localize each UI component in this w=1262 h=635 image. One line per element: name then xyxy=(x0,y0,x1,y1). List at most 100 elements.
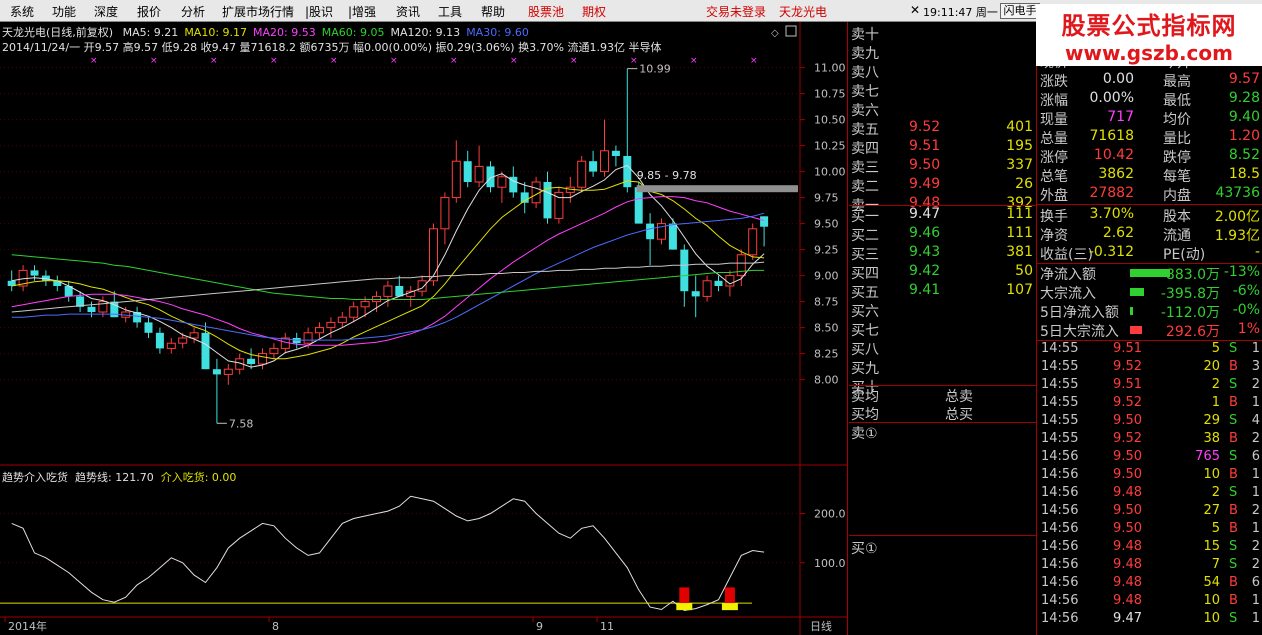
candle-body xyxy=(691,291,700,297)
flash-trade-button[interactable]: 闪电手 xyxy=(1000,3,1040,19)
candle-body xyxy=(668,223,677,250)
bid-volume: 111 xyxy=(1006,206,1033,222)
bid-row[interactable]: 买七 xyxy=(849,320,1037,339)
candle-body xyxy=(337,316,347,323)
menu-item-4[interactable]: 分析 xyxy=(181,3,205,20)
bid-row[interactable]: 买四 9.42 50 xyxy=(849,263,1037,282)
menu-item-5[interactable]: 扩展市场行情 xyxy=(222,3,294,20)
menu-item-12[interactable]: 期权 xyxy=(582,3,606,20)
tick-volume: 2 xyxy=(1211,377,1220,392)
diamond-icon: ◇ xyxy=(771,28,779,39)
quote-label: 外盘 xyxy=(1040,188,1068,204)
candle-body xyxy=(611,150,620,156)
ask-row[interactable]: 卖六 xyxy=(849,100,1037,119)
kline-chart[interactable]: 11.00 10.75 10.50 10.25 10.00 9.75 9.50 9.25 9.0… xyxy=(0,22,848,635)
tick-time: 14:55 xyxy=(1041,395,1079,410)
ma-labels: MA5: 9.21 MA10: 9.17 MA20: 9.53 MA60: 9.05 M… xyxy=(117,26,529,39)
fund-flow-bar xyxy=(1130,288,1144,296)
price-tick-label: 10.00 xyxy=(814,166,846,179)
ask-row[interactable]: 卖五 9.52 401 xyxy=(849,119,1037,138)
price-tick-label: 9.25 xyxy=(814,244,839,257)
price-tick-label: 11.00 xyxy=(814,62,846,75)
ask-row[interactable]: 卖四 9.51 195 xyxy=(849,138,1037,157)
tick-price: 9.50 xyxy=(1113,413,1142,428)
menu-item-2[interactable]: 深度 xyxy=(94,3,118,20)
menu-item-0[interactable]: 系统 xyxy=(10,3,34,20)
ask-label: 卖八 xyxy=(851,65,879,81)
menu-item-11[interactable]: 股票池 xyxy=(528,3,564,20)
signal-mark: × xyxy=(390,56,398,66)
bid-row[interactable]: 买五 9.41 107 xyxy=(849,282,1037,301)
ask-row[interactable]: 卖七 xyxy=(849,81,1037,100)
close-icon[interactable]: ✕ xyxy=(910,3,920,17)
tick-time: 14:56 xyxy=(1041,539,1079,554)
candle-body xyxy=(349,306,359,318)
quote-row: 收益(三) -0.312 PE(动) - xyxy=(1037,244,1262,263)
bid-label: 买四 xyxy=(851,266,879,282)
quote-value: 0.00 xyxy=(1102,71,1134,87)
tick-count: 1 xyxy=(1251,593,1260,608)
quote-label: 涨跌 xyxy=(1040,74,1068,90)
candle-body xyxy=(212,369,221,375)
ask-row[interactable]: 卖十 xyxy=(849,24,1037,43)
price-tick-label: 8.75 xyxy=(814,296,839,309)
menu-item-13[interactable]: 交易未登录 xyxy=(706,3,766,20)
menu-item-6[interactable]: |股识 xyxy=(305,3,333,20)
signal-mark: × xyxy=(210,56,218,66)
quote-row: 外盘 27882 内盘 43736 xyxy=(1037,185,1262,204)
tick-row: 14:56 9.48 7 S 2 xyxy=(1037,557,1262,575)
tick-volume: 10 xyxy=(1203,467,1220,482)
bid-volume: 50 xyxy=(1015,263,1033,279)
bid-label: 买六 xyxy=(851,304,879,320)
bid-row[interactable]: 买一 9.47 111 xyxy=(849,206,1037,225)
buy-signal-base xyxy=(721,603,738,611)
tick-side: S xyxy=(1229,413,1238,428)
tick-time: 14:56 xyxy=(1041,611,1079,626)
candle-body xyxy=(144,322,153,333)
bid-row[interactable]: 买九 xyxy=(849,358,1037,377)
ask-label: 卖七 xyxy=(851,84,879,100)
ask-row[interactable]: 卖二 9.49 26 xyxy=(849,176,1037,195)
ask-row[interactable]: 卖九 xyxy=(849,43,1037,62)
bid-row[interactable]: 买八 xyxy=(849,339,1037,358)
menu-item-14[interactable]: 天龙光电 xyxy=(779,3,827,20)
tick-volume: 27 xyxy=(1203,503,1220,518)
candle-body xyxy=(474,165,484,183)
fund-flow-label: 5日大宗流入 xyxy=(1040,324,1119,340)
tick-time: 14:55 xyxy=(1041,413,1079,428)
fund-flow-label: 大宗流入 xyxy=(1040,286,1096,302)
fund-flow-row: 净流入额 -883.0万 -13% xyxy=(1037,264,1262,283)
quote-label: 跌停 xyxy=(1163,150,1191,166)
bid-label: 买三 xyxy=(851,247,879,263)
ask-row[interactable]: 卖三 9.50 337 xyxy=(849,157,1037,176)
menu-item-1[interactable]: 功能 xyxy=(52,3,76,20)
tick-row: 14:56 9.47 10 S 1 xyxy=(1037,611,1262,629)
bid-label: 买九 xyxy=(851,361,879,377)
tick-volume: 1 xyxy=(1211,395,1220,410)
bid-row[interactable]: 买二 9.46 111 xyxy=(849,225,1037,244)
fund-flow-bar xyxy=(1130,307,1133,315)
quote-label: 内盘 xyxy=(1163,188,1191,204)
fund-flow-pct: -13% xyxy=(1223,264,1260,280)
menu-item-8[interactable]: 资讯 xyxy=(396,3,420,20)
menu-item-7[interactable]: |增强 xyxy=(348,3,376,20)
signal-mark: × xyxy=(510,56,518,66)
menu-item-9[interactable]: 工具 xyxy=(438,3,462,20)
tick-price: 9.52 xyxy=(1113,359,1142,374)
menu-item-3[interactable]: 报价 xyxy=(137,3,161,20)
bid-row[interactable]: 买三 9.43 381 xyxy=(849,244,1037,263)
price-tick-label: 10.50 xyxy=(814,114,846,127)
menu-item-10[interactable]: 帮助 xyxy=(481,3,505,20)
tick-volume: 29 xyxy=(1203,413,1220,428)
ma-label: MA120: 9.13 xyxy=(390,26,461,39)
period-label: 日线 xyxy=(810,619,832,633)
kline-chart-panel[interactable]: 11.00 10.75 10.50 10.25 10.00 9.75 9.50 9.25 9.0… xyxy=(0,22,848,635)
fund-flow-row: 大宗流入 -395.8万 -6% xyxy=(1037,283,1262,302)
candle-body xyxy=(178,337,188,344)
ask-volume: 195 xyxy=(1006,138,1033,154)
quote-row: 现量 717 均价 9.40 xyxy=(1037,109,1262,128)
bid-row[interactable]: 买六 xyxy=(849,301,1037,320)
ask-row[interactable]: 卖八 xyxy=(849,62,1037,81)
quote-label: 涨幅 xyxy=(1040,93,1068,109)
bid-volume: 111 xyxy=(1006,225,1033,241)
